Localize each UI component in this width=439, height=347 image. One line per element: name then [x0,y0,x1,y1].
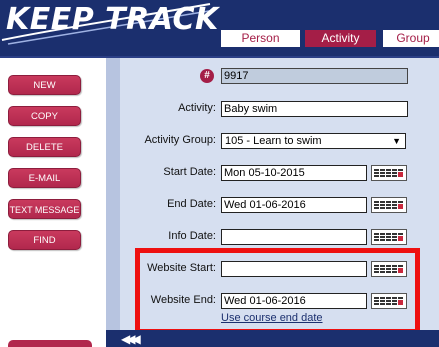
tab-activity[interactable]: Activity [305,30,376,47]
start-date-calendar-icon[interactable] [371,165,407,181]
first-record-icon[interactable]: ◀◀◀ [121,332,141,346]
delete-button[interactable]: DELETE [8,137,81,157]
email-button[interactable]: E-MAIL [8,168,81,188]
activity-group-label: Activity Group: [144,134,216,146]
hash-icon: # [200,69,214,83]
website-end-calendar-icon[interactable] [371,293,407,309]
info-date-calendar-icon[interactable] [371,229,407,245]
end-date-calendar-icon[interactable] [371,197,407,213]
website-start-field[interactable] [221,261,367,277]
website-start-label: Website Start: [147,262,216,274]
copy-button[interactable]: COPY [8,106,81,126]
info-date-label: Info Date: [168,230,216,242]
app-header: KEEP TRACK Person Activity Group [0,0,439,58]
end-date-field[interactable]: Wed 01-06-2016 [221,197,367,213]
dropdown-arrow-icon: ▼ [392,136,401,146]
record-navigation-bar [106,330,439,347]
info-date-field[interactable] [221,229,367,245]
website-end-field[interactable]: Wed 01-06-2016 [221,293,367,309]
start-date-field[interactable]: Mon 05-10-2015 [221,165,367,181]
tab-group[interactable]: Group [383,30,439,47]
website-end-label: Website End: [150,294,216,306]
keep-track-window: KEEP TRACK Person Activity Group NEW COP… [0,0,439,347]
app-logo: KEEP TRACK [6,2,219,37]
activity-group-select[interactable]: 105 - Learn to swim ▼ [221,133,406,149]
tab-person[interactable]: Person [221,30,300,47]
activity-id-field: 9917 [221,68,408,84]
end-date-label: End Date: [167,198,216,210]
sidebar-partial-button[interactable] [8,340,92,347]
start-date-label: Start Date: [163,166,216,178]
activity-field[interactable]: Baby swim [221,101,408,117]
activity-group-value: 105 - Learn to swim [225,135,322,147]
website-start-calendar-icon[interactable] [371,261,407,277]
text-message-button[interactable]: TEXT MESSAGE [8,199,81,219]
activity-label: Activity: [178,102,216,114]
new-button[interactable]: NEW [8,75,81,95]
find-button[interactable]: FIND [8,230,81,250]
use-course-end-date-link[interactable]: Use course end date [221,312,323,324]
